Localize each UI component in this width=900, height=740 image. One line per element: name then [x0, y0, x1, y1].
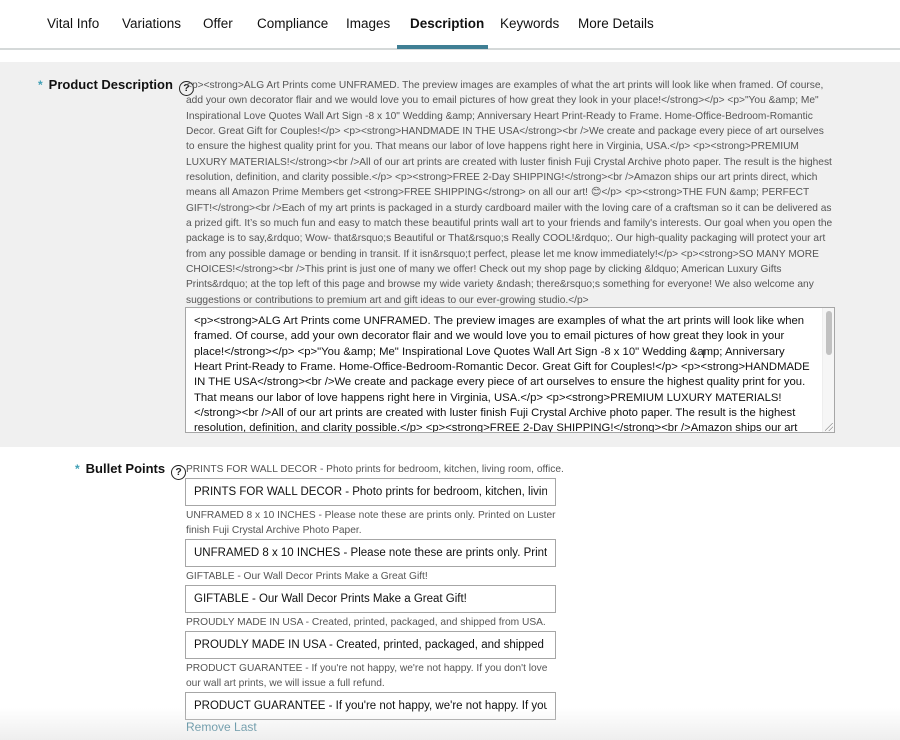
- tab-bar: Vital Info Variations Offer Compliance I…: [0, 0, 900, 50]
- product-description-label: * Product Description?: [38, 77, 194, 96]
- tab-keywords[interactable]: Keywords: [500, 0, 559, 48]
- required-marker: *: [75, 462, 80, 476]
- tab-description[interactable]: Description: [410, 0, 484, 48]
- bullet-hint: UNFRAMED 8 x 10 INCHES - Please note the…: [186, 510, 556, 537]
- tab-more-details[interactable]: More Details: [578, 0, 654, 48]
- product-description-label-text: Product Description: [48, 77, 173, 92]
- bullet-points-label-text: Bullet Points: [85, 461, 166, 476]
- bullet-hint: PRODUCT GUARANTEE - If you're not happy,…: [186, 663, 548, 690]
- bullet-points-label: * Bullet Points?: [75, 461, 187, 480]
- text-cursor-icon: I: [702, 347, 706, 361]
- product-description-textarea[interactable]: [186, 308, 822, 432]
- bullet-input[interactable]: [185, 539, 556, 567]
- tab-offer[interactable]: Offer: [203, 0, 233, 48]
- bullet-hint: GIFTABLE - Our Wall Decor Prints Make a …: [186, 571, 428, 582]
- help-icon[interactable]: ?: [171, 465, 187, 480]
- bullet-input[interactable]: [185, 631, 556, 659]
- bullet-input[interactable]: [185, 478, 556, 506]
- bullet-hint: PRINTS FOR WALL DECOR - Photo prints for…: [186, 464, 564, 475]
- tab-variations[interactable]: Variations: [122, 0, 181, 48]
- bullet-input[interactable]: [185, 585, 556, 613]
- active-tab-indicator: [397, 45, 488, 49]
- bullet-input[interactable]: [185, 692, 556, 720]
- required-marker: *: [38, 78, 43, 92]
- product-description-textarea-container: [185, 307, 835, 433]
- tab-vital-info[interactable]: Vital Info: [47, 0, 99, 48]
- product-description-preview: <p><strong>ALG Art Prints come UNFRAMED.…: [186, 80, 833, 306]
- textarea-scrollbar-thumb[interactable]: [826, 311, 832, 355]
- textarea-scrollbar[interactable]: [822, 308, 834, 432]
- resize-handle-icon[interactable]: [825, 423, 833, 431]
- bullet-hint: PROUDLY MADE IN USA - Created, printed, …: [186, 617, 546, 628]
- remove-last-link[interactable]: Remove Last: [186, 720, 257, 734]
- tab-compliance[interactable]: Compliance: [257, 0, 328, 48]
- tab-images[interactable]: Images: [346, 0, 390, 48]
